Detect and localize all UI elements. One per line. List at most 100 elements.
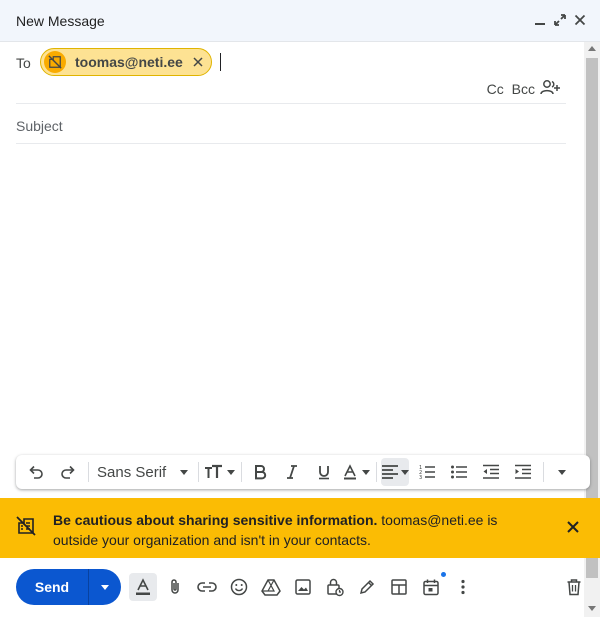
text-format-icon bbox=[136, 578, 150, 595]
attach-files-button[interactable] bbox=[161, 573, 189, 601]
lock-clock-icon bbox=[327, 578, 344, 597]
scroll-up-arrow[interactable] bbox=[588, 46, 596, 51]
recipient-avatar bbox=[44, 51, 66, 73]
bcc-link[interactable]: Bcc bbox=[512, 81, 535, 97]
select-contacts-button[interactable] bbox=[540, 79, 562, 102]
italic-button[interactable] bbox=[278, 458, 306, 486]
text-cursor bbox=[220, 53, 221, 71]
calendar-icon bbox=[423, 579, 439, 596]
undo-button[interactable] bbox=[22, 458, 50, 486]
bulleted-list-icon bbox=[451, 465, 468, 479]
italic-icon bbox=[287, 465, 298, 479]
text-color-button[interactable] bbox=[342, 458, 371, 486]
chevron-down-icon bbox=[362, 469, 371, 475]
cc-bcc-links: Cc Bcc bbox=[483, 81, 535, 97]
recipient-chip[interactable]: toomas@neti.ee bbox=[40, 48, 212, 76]
scroll-down-arrow[interactable] bbox=[588, 606, 596, 611]
redo-button[interactable] bbox=[54, 458, 82, 486]
indent-less-icon bbox=[483, 464, 500, 479]
send-options-button[interactable] bbox=[89, 569, 121, 605]
insert-signature-button[interactable] bbox=[353, 573, 381, 601]
separator bbox=[543, 462, 545, 482]
confidential-mode-button[interactable] bbox=[321, 573, 349, 601]
insert-emoji-button[interactable] bbox=[225, 573, 253, 601]
new-feature-dot bbox=[441, 572, 446, 577]
redo-icon bbox=[61, 465, 75, 479]
chevron-down-icon bbox=[227, 469, 236, 475]
send-button[interactable]: Send bbox=[16, 579, 88, 595]
warning-message: Be cautious about sharing sensitive info… bbox=[53, 510, 533, 550]
compose-header: New Message bbox=[0, 0, 600, 42]
add-people-icon bbox=[540, 80, 560, 95]
close-icon bbox=[193, 57, 203, 67]
formatting-options-button[interactable] bbox=[129, 573, 157, 601]
font-family-label: Sans Serif bbox=[97, 463, 167, 481]
numbered-list-icon: 123 bbox=[419, 465, 436, 480]
subject-input[interactable] bbox=[16, 114, 566, 138]
separator bbox=[198, 462, 200, 482]
recipient-email: toomas@neti.ee bbox=[75, 54, 183, 70]
bulleted-list-button[interactable] bbox=[445, 458, 473, 486]
external-domain-icon bbox=[16, 516, 36, 536]
minimize-icon bbox=[535, 23, 545, 25]
more-formatting-button[interactable] bbox=[548, 458, 576, 486]
separator bbox=[88, 462, 89, 482]
warning-bold-text: Be cautious about sharing sensitive info… bbox=[53, 512, 378, 528]
image-icon bbox=[295, 579, 311, 595]
separator bbox=[241, 462, 243, 482]
warning-domain-icon-wrap bbox=[16, 516, 36, 541]
dismiss-warning-button[interactable] bbox=[565, 519, 581, 540]
indent-more-icon bbox=[515, 464, 532, 479]
set-up-time-button[interactable] bbox=[417, 573, 445, 601]
svg-text:3: 3 bbox=[419, 475, 422, 480]
layouts-button[interactable] bbox=[385, 573, 413, 601]
external-domain-icon bbox=[48, 55, 62, 69]
font-family-select[interactable]: Sans Serif bbox=[93, 458, 192, 486]
remove-recipient-button[interactable] bbox=[193, 57, 203, 67]
insert-photo-button[interactable] bbox=[289, 573, 317, 601]
window-title: New Message bbox=[16, 13, 105, 29]
paperclip-icon bbox=[171, 579, 179, 594]
text-size-icon bbox=[205, 464, 223, 478]
expand-icon bbox=[554, 14, 566, 26]
cc-link[interactable]: Cc bbox=[487, 81, 504, 97]
more-vert-icon bbox=[461, 579, 465, 595]
emoji-icon bbox=[230, 578, 248, 596]
close-icon bbox=[574, 14, 586, 26]
chevron-down-icon bbox=[558, 469, 567, 475]
underline-button[interactable] bbox=[310, 458, 338, 486]
indent-less-button[interactable] bbox=[477, 458, 505, 486]
close-icon bbox=[567, 521, 579, 533]
divider bbox=[16, 143, 566, 144]
formatting-toolbar: Sans Serif 123 bbox=[16, 455, 590, 489]
bold-icon bbox=[255, 465, 267, 480]
pen-icon bbox=[359, 579, 375, 595]
separator bbox=[376, 462, 378, 482]
fullscreen-button[interactable] bbox=[550, 10, 570, 30]
bold-button[interactable] bbox=[246, 458, 274, 486]
trash-icon bbox=[567, 579, 581, 596]
more-options-button[interactable] bbox=[449, 573, 477, 601]
layout-icon bbox=[391, 579, 407, 595]
insert-drive-file-button[interactable] bbox=[257, 573, 285, 601]
to-label[interactable]: To bbox=[16, 55, 31, 71]
underline-icon bbox=[319, 466, 330, 480]
font-size-button[interactable] bbox=[203, 458, 236, 486]
drive-icon bbox=[261, 579, 281, 596]
align-button[interactable] bbox=[381, 458, 410, 486]
numbered-list-button[interactable]: 123 bbox=[413, 458, 441, 486]
undo-icon bbox=[29, 465, 43, 479]
align-left-icon bbox=[382, 465, 399, 479]
send-button-group: Send bbox=[16, 569, 121, 605]
chevron-down-icon bbox=[101, 584, 109, 590]
link-icon bbox=[197, 582, 217, 592]
discard-draft-button[interactable] bbox=[560, 573, 588, 601]
indent-more-button[interactable] bbox=[509, 458, 537, 486]
external-recipient-warning: Be cautious about sharing sensitive info… bbox=[0, 498, 600, 558]
close-button[interactable] bbox=[570, 10, 590, 30]
insert-link-button[interactable] bbox=[193, 573, 221, 601]
text-color-icon bbox=[344, 464, 357, 480]
chevron-down-icon bbox=[401, 469, 410, 475]
chevron-down-icon bbox=[180, 469, 189, 475]
minimize-button[interactable] bbox=[530, 10, 550, 30]
